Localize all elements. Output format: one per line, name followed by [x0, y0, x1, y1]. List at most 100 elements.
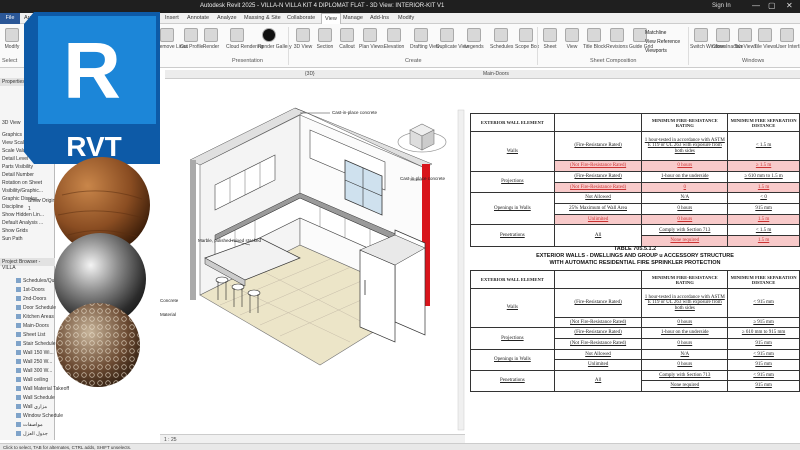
- browser-item[interactable]: Wall مزاري: [16, 404, 47, 410]
- section-button[interactable]: Section: [314, 28, 336, 50]
- tab-modify[interactable]: Modify: [398, 15, 414, 21]
- property-row[interactable]: Visibility/Graphic...: [2, 188, 43, 194]
- 3d-view-button[interactable]: 3D View: [292, 28, 314, 50]
- render-gallery-button[interactable]: Render Gallery: [258, 28, 292, 50]
- browser-item[interactable]: Wall ceiling: [16, 377, 48, 383]
- table-2-title-block: TABLE 705.5.1.2 EXTERIOR WALLS - DWELLIN…: [470, 246, 800, 267]
- drafting-icon: [414, 28, 428, 42]
- kitchen-model: [189, 107, 465, 431]
- tab-annotate[interactable]: Annotate: [187, 15, 209, 21]
- title-block-button[interactable]: Title Block: [583, 28, 606, 50]
- table-cell: Penetrations: [470, 369, 555, 393]
- matchline-button[interactable]: Matchline: [645, 30, 666, 36]
- table-cell: 915 mm: [727, 359, 800, 371]
- browser-item[interactable]: Wall Schedule: [16, 395, 55, 401]
- table-cell: < 1.5 m: [727, 224, 800, 237]
- table-cell: 1-hour on the underside: [641, 170, 729, 183]
- table-header: MINIMUM FIRE-RESISTANCE RATING: [641, 269, 729, 290]
- view-cube[interactable]: [397, 123, 447, 153]
- scope-icon: [519, 28, 533, 42]
- tab-analyze[interactable]: Analyze: [217, 15, 237, 21]
- plan-views-button[interactable]: Plan Views: [359, 28, 384, 50]
- browser-item[interactable]: Wall 250 W...: [16, 359, 52, 365]
- tab-add-ins[interactable]: Add-Ins: [370, 15, 389, 21]
- table-cell-highlight: 0 hours: [641, 213, 729, 226]
- table-cell: N/A: [641, 348, 729, 361]
- tab-collaborate[interactable]: Collaborate: [287, 15, 315, 21]
- tab-file[interactable]: File: [0, 13, 20, 24]
- modify-button[interactable]: Modify: [1, 28, 23, 50]
- maximize-button[interactable]: ▢: [768, 1, 776, 10]
- property-row[interactable]: Show Hidden Lin...: [2, 212, 44, 218]
- table-cell: 1 hour-tested in accordance with ASTM E …: [641, 288, 729, 318]
- property-row[interactable]: Rotation on Sheet: [2, 180, 42, 186]
- elevation-button[interactable]: Elevation: [383, 28, 405, 50]
- tab-manage[interactable]: Manage: [343, 15, 363, 21]
- cut-profile-button[interactable]: Cut Profile: [180, 28, 203, 50]
- schedule-icon: [16, 386, 21, 392]
- tab-insert[interactable]: Insert: [165, 15, 179, 21]
- legends-button[interactable]: Legends: [463, 28, 485, 50]
- browser-item[interactable]: Window Schedule: [16, 413, 63, 419]
- schedule-icon: [16, 431, 21, 437]
- view-button[interactable]: View: [561, 28, 583, 50]
- view-type-label: 3D View: [2, 120, 21, 126]
- browser-item[interactable]: Main-Doors: [16, 323, 49, 329]
- scope-box-button[interactable]: Scope Box: [515, 28, 539, 50]
- browser-item[interactable]: مواصفات: [16, 422, 43, 428]
- schedule-icon: [16, 296, 21, 302]
- property-row[interactable]: Default Analysis ...: [2, 220, 43, 226]
- table-header: MINIMUM FIRE SEPARATION DISTANCE: [727, 269, 800, 290]
- table-cell: 915 mm: [727, 203, 800, 215]
- viewports-button[interactable]: Viewports: [645, 48, 667, 54]
- tile-views-button[interactable]: Tile Views: [754, 28, 777, 50]
- property-value[interactable]: 1: [28, 206, 31, 212]
- annotation-material: Material: [160, 312, 177, 317]
- property-row[interactable]: Detail Number: [2, 172, 34, 178]
- browser-item[interactable]: 2nd-Doors: [16, 296, 46, 302]
- navigation-bar[interactable]: [457, 109, 465, 431]
- tab-view[interactable]: View: [321, 13, 341, 24]
- revisions-button[interactable]: Revisions: [606, 28, 628, 50]
- browser-item[interactable]: Wall 300 W...: [16, 368, 52, 374]
- tab-3d-view[interactable]: {3D}: [305, 71, 315, 77]
- switch-windows-button[interactable]: Switch Windows: [690, 28, 726, 50]
- table-header: MINIMUM FIRE-RESISTANCE RATING: [641, 112, 729, 133]
- sheet-button[interactable]: Sheet: [539, 28, 561, 50]
- property-row[interactable]: View Scale: [2, 140, 27, 146]
- property-row[interactable]: Show Grids: [2, 228, 28, 234]
- group-separator: [537, 27, 538, 65]
- annotation-concrete-top: Cast-in-place concrete: [332, 110, 378, 115]
- view-reference-button[interactable]: View Reference: [645, 39, 680, 45]
- user-interface-button[interactable]: User Interface: [776, 28, 800, 50]
- 3d-viewport[interactable]: Cast-in-place concrete Cast-in-place con…: [160, 80, 465, 435]
- property-row[interactable]: Sun Path: [2, 236, 23, 242]
- drafting-view-button[interactable]: Drafting View: [410, 28, 440, 50]
- sign-in-link[interactable]: Sign In: [712, 3, 731, 9]
- tab-main-doors[interactable]: Main-Doors: [483, 71, 509, 77]
- callout-button[interactable]: Callout: [336, 28, 358, 50]
- minimize-button[interactable]: —: [752, 1, 760, 10]
- schedules-button[interactable]: Schedules: [490, 28, 513, 50]
- view-control-bar[interactable]: 1 : 25: [160, 434, 465, 443]
- fire-rating-table-2: EXTERIOR WALL ELEMENT MINIMUM FIRE-RESIS…: [470, 269, 800, 393]
- group-label-windows: Windows: [742, 58, 765, 64]
- cloud-rendering-button[interactable]: Cloud Rendering: [226, 28, 264, 50]
- duplicate-view-button[interactable]: Duplicate View: [436, 28, 469, 50]
- tab-massing-site[interactable]: Massing & Site: [244, 15, 281, 21]
- schedule-icon: [16, 287, 21, 293]
- browser-item[interactable]: 1st-Doors: [16, 287, 45, 293]
- close-button[interactable]: ✕: [786, 1, 793, 10]
- render-button[interactable]: Render: [200, 28, 222, 50]
- table-cell: 915 mm: [727, 380, 800, 392]
- tab-views-button[interactable]: Tab Views: [734, 28, 757, 50]
- property-row[interactable]: Parts Visibility: [2, 164, 33, 170]
- browser-item[interactable]: جدول العزل: [16, 431, 48, 437]
- table-cell: None required: [641, 380, 729, 392]
- property-row[interactable]: Discipline: [2, 204, 23, 210]
- browser-item[interactable]: Sheet List: [16, 332, 45, 338]
- legend-icon: [467, 28, 481, 42]
- close-inactive-button[interactable]: Close Inactive: [712, 28, 743, 50]
- table-cell: < 915 mm: [727, 348, 800, 361]
- schedule-icon: [16, 350, 21, 356]
